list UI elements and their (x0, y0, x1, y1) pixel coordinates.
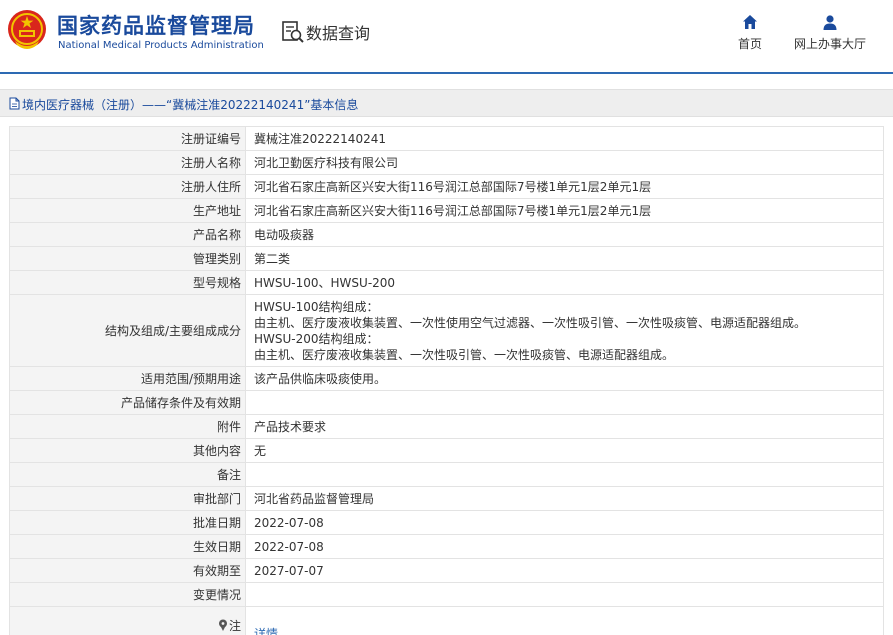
table-row: 产品储存条件及有效期 (9, 390, 884, 415)
field-label: 有效期至 (9, 558, 246, 583)
field-label: 附件 (9, 414, 246, 439)
note-label-cell: 注 (9, 606, 246, 635)
field-label: 批准日期 (9, 510, 246, 535)
national-emblem-icon (8, 10, 46, 49)
note-value-cell: 详情 (245, 606, 884, 635)
user-icon (823, 15, 837, 30)
field-label: 注册人名称 (9, 150, 246, 175)
field-value: 该产品供临床吸痰使用。 (245, 366, 884, 391)
field-label: 注册证编号 (9, 126, 246, 151)
table-row: 注册人名称 河北卫勤医疗科技有限公司 (9, 150, 884, 175)
table-row: 注册证编号 冀械注准20222140241 (9, 126, 884, 151)
field-value: 河北省药品监督管理局 (245, 486, 884, 511)
table-row: 其他内容无 (9, 438, 884, 463)
field-label: 适用范围/预期用途 (9, 366, 246, 391)
site-header: 国家药品监督管理局 National Medical Products Admi… (0, 0, 893, 72)
table-row: 型号规格 HWSU-100、HWSU-200 (9, 270, 884, 295)
field-label: 其他内容 (9, 438, 246, 463)
field-value: 第二类 (245, 246, 884, 271)
nav-home-link[interactable]: 首页 (734, 14, 766, 58)
table-row: 注 详情 (9, 606, 884, 635)
field-label: 注册人住所 (9, 174, 246, 199)
device-info-table: 注册证编号 冀械注准20222140241 注册人名称 河北卫勤医疗科技有限公司 注… (9, 126, 884, 635)
table-row: 结构及组成/主要组成成分 HWSU-100结构组成： 由主机、医疗废液收集装置、一… (9, 294, 884, 367)
field-value: 河北卫勤医疗科技有限公司 (245, 150, 884, 175)
home-icon (743, 15, 757, 29)
field-label: 型号规格 (9, 270, 246, 295)
nav-home-label: 首页 (737, 37, 762, 51)
breadcrumb: 境内医疗器械（注册）——“冀械注准20222140241”基本信息 (0, 89, 893, 117)
field-label: 产品储存条件及有效期 (9, 390, 246, 415)
field-value (245, 390, 884, 415)
field-value: HWSU-100、HWSU-200 (245, 270, 884, 295)
table-row: 管理类别 第二类 (9, 246, 884, 271)
field-label: 结构及组成/主要组成成分 (9, 294, 246, 367)
field-label: 产品名称 (9, 222, 246, 247)
field-value: 冀械注准20222140241 (245, 126, 884, 151)
site-subtitle: National Medical Products Administration (58, 40, 264, 51)
field-value: 电动吸痰器 (245, 222, 884, 247)
field-value: 河北省石家庄高新区兴安大街116号润江总部国际7号楼1单元1层2单元1层 (245, 174, 884, 199)
table-row: 注册人住所 河北省石家庄高新区兴安大街116号润江总部国际7号楼1单元1层2单元1… (9, 174, 884, 199)
field-value: 2022-07-08 (245, 534, 884, 559)
table-row: 有效期至 2027-07-07 (9, 558, 884, 583)
document-icon (9, 97, 20, 110)
field-value (245, 582, 884, 607)
field-value: 无 (245, 438, 884, 463)
table-row: 审批部门 河北省药品监督管理局 (9, 486, 884, 511)
nav-online-service-label: 网上办事大厅 (793, 37, 866, 51)
table-row: 产品名称 电动吸痰器 (9, 222, 884, 247)
site-title: 国家药品监督管理局 (57, 14, 255, 38)
field-value: 2022-07-08 (245, 510, 884, 535)
nav-online-service-link[interactable]: 网上办事大厅 (790, 14, 870, 58)
field-label: 生效日期 (9, 534, 246, 559)
field-value: HWSU-100结构组成： 由主机、医疗废液收集装置、一次性使用空气过滤器、一次… (245, 294, 884, 367)
table-row: 生产地址 河北省石家庄高新区兴安大街116号润江总部国际7号楼1单元1层2单元1层 (9, 198, 884, 223)
field-label: 管理类别 (9, 246, 246, 271)
table-row: 备注 (9, 462, 884, 487)
detail-link[interactable]: 详情 (254, 627, 278, 635)
field-label: 生产地址 (9, 198, 246, 223)
table-row: 批准日期 2022-07-08 (9, 510, 884, 535)
field-value: 产品技术要求 (245, 414, 884, 439)
field-label: 备注 (9, 462, 246, 487)
info-pin-icon (218, 619, 227, 631)
table-row: 变更情况 (9, 582, 884, 607)
table-row: 生效日期 2022-07-08 (9, 534, 884, 559)
field-label: 审批部门 (9, 486, 246, 511)
field-value: 2027-07-07 (245, 558, 884, 583)
table-row: 适用范围/预期用途 该产品供临床吸痰使用。 (9, 366, 884, 391)
field-value (245, 462, 884, 487)
search-document-icon (282, 21, 304, 43)
note-label: 注 (228, 619, 241, 633)
breadcrumb-text: 境内医疗器械（注册）——“冀械注准20222140241”基本信息 (22, 98, 359, 112)
field-value: 河北省石家庄高新区兴安大街116号润江总部国际7号楼1单元1层2单元1层 (245, 198, 884, 223)
header-divider (0, 72, 893, 74)
field-label: 变更情况 (9, 582, 246, 607)
page-section-title: 数据查询 (306, 24, 371, 43)
table-row: 附件 产品技术要求 (9, 414, 884, 439)
